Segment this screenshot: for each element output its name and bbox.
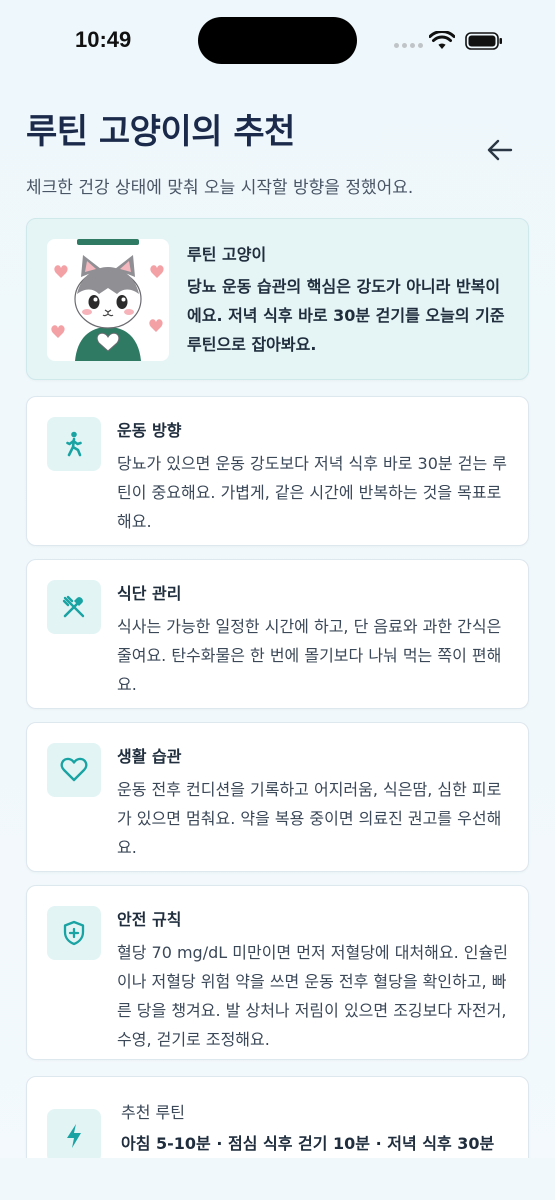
status-bar: 10:49 xyxy=(0,0,555,80)
card-title: 생활 습관 xyxy=(117,747,182,766)
battery-icon xyxy=(465,32,502,50)
cat-name: 루틴 고양이 xyxy=(187,245,267,264)
card-title: 안전 규칙 xyxy=(117,910,182,929)
dynamic-island xyxy=(198,17,357,64)
walking-person-icon xyxy=(47,417,101,471)
lightning-icon xyxy=(47,1109,101,1163)
wifi-icon xyxy=(429,31,455,49)
arrow-left-icon xyxy=(487,139,513,161)
cellular-signal-icon xyxy=(394,43,423,48)
card-body: 운동 전후 컨디션을 기록하고 어지러움, 식은땀, 심한 피로가 있으면 멈춰… xyxy=(117,780,502,857)
card-body: 혈당 70 mg/dL 미만이면 먼저 저혈당에 대처해요. 인슐린이나 저혈당… xyxy=(117,943,508,1049)
bottom-safe-area xyxy=(0,1158,555,1200)
utensils-icon xyxy=(47,580,101,634)
cat-message: 당뇨 운동 습관의 핵심은 강도가 아니라 반복이에요. 저녁 식후 바로 30… xyxy=(187,277,505,354)
page-title: 루틴 고양이의 추천 xyxy=(26,112,295,152)
card-title: 추천 루틴 xyxy=(121,1103,185,1122)
card-body: 당뇨가 있으면 운동 강도보다 저녁 식후 바로 30분 걷는 루틴이 중요해요… xyxy=(117,454,507,531)
cat-illustration xyxy=(51,239,164,361)
cat-recommendation-card: 루틴 고양이 당뇨 운동 습관의 핵심은 강도가 아니라 반복이에요. 저녁 식… xyxy=(26,218,529,380)
card-title: 식단 관리 xyxy=(117,584,182,603)
safety-rules-card: 안전 규칙 혈당 70 mg/dL 미만이면 먼저 저혈당에 대처해요. 인슐린… xyxy=(26,885,529,1060)
card-title: 운동 방향 xyxy=(117,421,182,440)
heart-icon xyxy=(47,743,101,797)
exercise-direction-card: 운동 방향 당뇨가 있으면 운동 강도보다 저녁 식후 바로 30분 걷는 루틴… xyxy=(26,396,529,546)
cat-avatar xyxy=(47,239,169,361)
lifestyle-habit-card: 생활 습관 운동 전후 컨디션을 기록하고 어지러움, 식은땀, 심한 피로가 … xyxy=(26,722,529,872)
status-time: 10:49 xyxy=(75,27,132,52)
page-subtitle: 체크한 건강 상태에 맞춰 오늘 시작할 방향을 정했어요. xyxy=(26,178,414,198)
diet-management-card: 식단 관리 식사는 가능한 일정한 시간에 하고, 단 음료와 과한 간식은 줄… xyxy=(26,559,529,709)
shield-plus-icon xyxy=(47,906,101,960)
back-button[interactable] xyxy=(482,134,518,166)
card-body: 식사는 가능한 일정한 시간에 하고, 단 음료와 과한 간식은 줄여요. 탄수… xyxy=(117,617,502,694)
screen: 10:49 루틴 고양이의 추천 체크한 건강 상태에 맞춰 오늘 시작할 방향… xyxy=(0,0,555,1200)
